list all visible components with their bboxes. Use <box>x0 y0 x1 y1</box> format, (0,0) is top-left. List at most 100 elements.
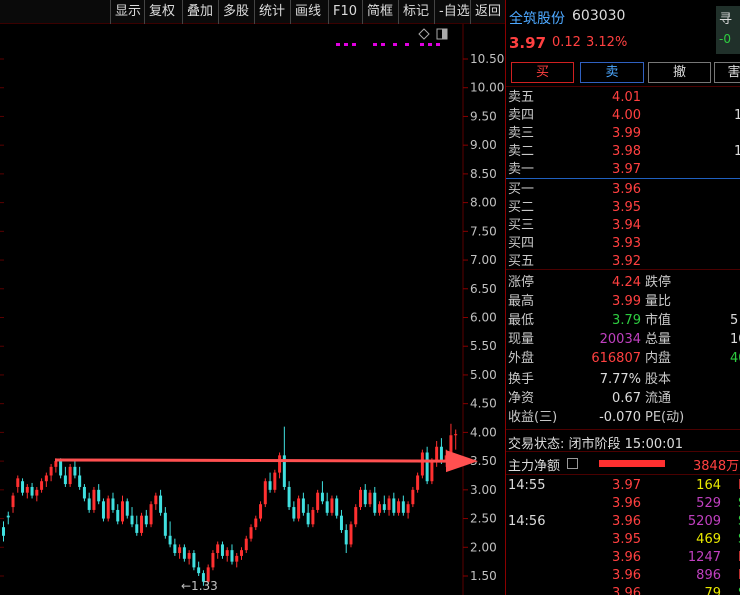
tick-volume: 529 <box>696 496 721 511</box>
legend-dot <box>393 43 397 46</box>
price-tick-label: 8.00 <box>470 196 497 210</box>
toolbar-watchlist-button[interactable]: -自选 <box>434 0 474 24</box>
kline-chart[interactable]: 10.50 10.00 9.50 9.00 8.50 8.00 7.50 7.00 6.50 6.… <box>0 24 505 595</box>
legend-dot <box>405 43 409 46</box>
candle-body <box>392 498 396 513</box>
list-icon[interactable] <box>567 458 578 469</box>
candle-body <box>430 461 434 482</box>
ask-row[interactable]: 卖四 4.00 1 <box>506 107 740 125</box>
candle-body <box>439 446 443 462</box>
stat-label: 股本 <box>645 372 672 387</box>
stat-row: 净资 0.67 流通 <box>506 389 740 408</box>
toolbar-mark-button[interactable]: 标记 <box>398 0 433 24</box>
candle-body <box>35 489 39 496</box>
ask-row[interactable]: 卖二 3.98 1 <box>506 143 740 161</box>
candle-body <box>382 504 386 510</box>
candle-body <box>344 530 348 545</box>
candle-body <box>249 527 253 539</box>
stat-row: 现量 20034 总量 10 <box>506 330 740 349</box>
candle-body <box>197 567 201 574</box>
candle-body <box>2 527 5 536</box>
sell-button[interactable]: 卖 <box>580 62 644 83</box>
candle-body <box>11 495 15 508</box>
toolbar-back-button[interactable]: 返回 <box>470 0 505 24</box>
toolbar-simple-frame-button[interactable]: 简框 <box>362 0 397 24</box>
bid-row[interactable]: 买二 3.95 <box>506 199 740 217</box>
stat-value: 10 <box>730 332 740 347</box>
header-right-label: 寻 <box>719 12 733 27</box>
tick-row: 3.96896B <box>506 567 740 585</box>
buy-button[interactable]: 买 <box>511 62 574 83</box>
toolbar-display-button[interactable]: 显示 <box>110 0 145 24</box>
bid-row[interactable]: 买三 3.94 <box>506 217 740 235</box>
candle-body <box>363 489 367 505</box>
candle-body <box>368 492 372 505</box>
price-tick-label: 9.00 <box>470 138 497 152</box>
bid-row[interactable]: 买一 3.96 <box>506 181 740 199</box>
bid-row[interactable]: 买四 3.93 <box>506 235 740 253</box>
candle-body <box>416 475 420 490</box>
candle-body <box>25 486 29 493</box>
candle-body <box>378 504 382 513</box>
toolbar-adjust-button[interactable]: 复权 <box>144 0 179 24</box>
stat-value: 616807 <box>591 351 641 366</box>
candle-body <box>125 501 129 516</box>
candle-body <box>354 507 358 525</box>
price-tick-label: 9.50 <box>470 109 497 123</box>
candle-body <box>292 507 296 519</box>
divider <box>506 474 740 475</box>
tick-volume: 896 <box>696 568 721 583</box>
stat-value: 4.24 <box>612 275 641 290</box>
candle-body <box>330 498 334 513</box>
net-flow-bar <box>599 460 665 467</box>
candle-body <box>411 489 415 505</box>
order-price: 4.01 <box>612 90 641 105</box>
candle-body <box>140 515 144 533</box>
candle-body <box>40 481 44 490</box>
candle-body <box>6 515 10 518</box>
stat-value: 3.99 <box>612 294 641 309</box>
diamond-icon <box>418 28 430 40</box>
ask-row[interactable]: 卖三 3.99 <box>506 125 740 143</box>
cancel-order-button[interactable]: 撤 <box>648 62 711 83</box>
more-button[interactable]: 害 <box>714 62 740 83</box>
stock-name[interactable]: 全筑股份 <box>509 8 565 28</box>
candle-body <box>44 475 48 482</box>
candle-body <box>278 455 282 473</box>
divider <box>506 269 740 270</box>
tick-price: 3.97 <box>612 478 641 493</box>
stat-value: 7.77% <box>599 372 641 387</box>
ask-row[interactable]: 卖五 4.01 <box>506 89 740 107</box>
candle-body <box>297 498 301 519</box>
order-level-label: 买三 <box>508 218 535 233</box>
trade-status: 交易状态: 闭市阶段 15:00:01 <box>508 437 684 452</box>
legend-dot <box>352 43 356 46</box>
toolbar-overlay-button[interactable]: 叠加 <box>182 0 217 24</box>
tick-row: 3.95469S <box>506 531 740 549</box>
header-right-value: -0 <box>719 32 731 46</box>
candle-body <box>111 498 115 510</box>
toolbar-f10-button[interactable]: F10 <box>328 0 361 24</box>
legend-dot <box>420 43 424 46</box>
toolbar-stats-button[interactable]: 统计 <box>254 0 289 24</box>
candle-body <box>425 452 429 482</box>
stat-label: 跌停 <box>645 275 672 290</box>
price-tick-label: 5.50 <box>470 339 497 353</box>
price-tick-label: 4.00 <box>470 425 497 439</box>
order-price: 3.93 <box>612 236 641 251</box>
ask-row[interactable]: 卖一 3.97 <box>506 161 740 179</box>
price-change-percent: 3.12% <box>586 35 628 50</box>
tick-time: 14:56 <box>508 514 546 529</box>
stat-value: -0.070 <box>599 410 641 425</box>
ask-bid-divider <box>506 178 740 179</box>
candle-body <box>63 475 67 485</box>
price-tick-label: 2.50 <box>470 512 497 526</box>
toolbar-multi-stock-button[interactable]: 多股 <box>218 0 253 24</box>
candle-body <box>420 452 424 476</box>
candle-body <box>406 504 410 513</box>
stat-label: 净资 <box>508 391 535 406</box>
price-change: 0.12 <box>552 35 581 50</box>
stat-label: 内盘 <box>645 351 672 366</box>
toolbar-draw-button[interactable]: 画线 <box>290 0 325 24</box>
kline-chart-svg[interactable]: 10.50 10.00 9.50 9.00 8.50 8.00 7.50 7.00 6.50 6.… <box>0 24 505 595</box>
